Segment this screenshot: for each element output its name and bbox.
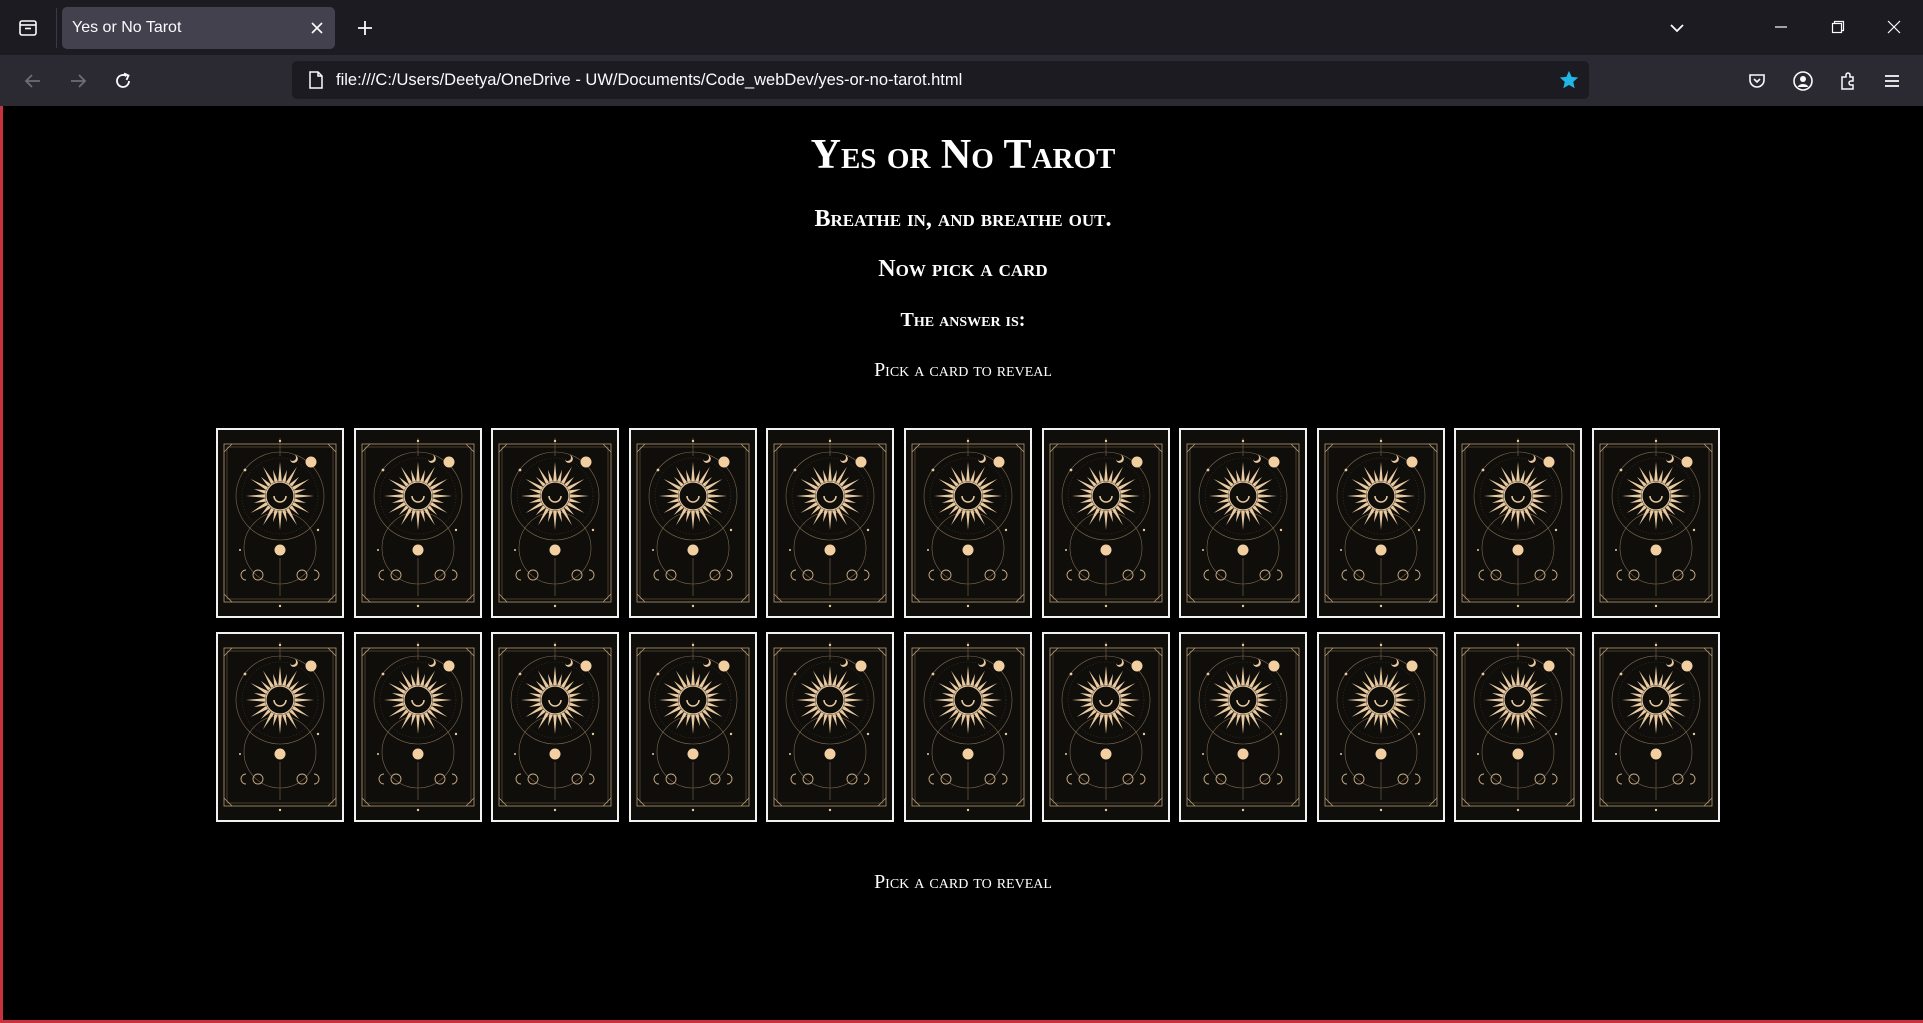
tarot-card[interactable] xyxy=(1592,632,1720,822)
restore-icon xyxy=(1831,20,1845,34)
tarot-card[interactable] xyxy=(491,428,619,618)
card-back-art xyxy=(1456,634,1580,820)
close-icon xyxy=(1887,20,1901,34)
address-bar[interactable]: file:///C:/Users/Deetya/OneDrive - UW/Do… xyxy=(292,61,1589,99)
card-back-art xyxy=(493,634,617,820)
card-back-art xyxy=(218,634,342,820)
tab-bar: Yes or No Tarot xyxy=(0,0,1923,55)
forward-button[interactable] xyxy=(62,65,94,97)
page-title: Yes or No Tarot xyxy=(810,132,1116,178)
close-icon xyxy=(311,22,323,34)
card-back-art xyxy=(631,430,755,616)
card-back-art xyxy=(493,430,617,616)
card-back-art xyxy=(631,634,755,820)
firefox-view-button[interactable] xyxy=(14,14,42,42)
hamburger-menu-icon xyxy=(1885,75,1899,87)
plus-icon xyxy=(358,21,372,35)
tarot-card[interactable] xyxy=(1454,632,1582,822)
chevron-down-icon xyxy=(1670,24,1684,33)
tarot-card[interactable] xyxy=(629,632,757,822)
breathe-instruction: Breathe in, and breathe out. xyxy=(814,206,1112,232)
pick-instruction: Now pick a card xyxy=(878,256,1048,282)
tarot-card[interactable] xyxy=(216,428,344,618)
card-back-art xyxy=(356,430,480,616)
card-back-art xyxy=(768,634,892,820)
card-back-art xyxy=(218,430,342,616)
reload-button[interactable] xyxy=(107,65,139,97)
tarot-card[interactable] xyxy=(766,428,894,618)
arrow-right-icon xyxy=(71,74,87,88)
answer-text: Pick a card to reveal xyxy=(874,359,1052,381)
window-close-button[interactable] xyxy=(1876,10,1912,44)
account-icon xyxy=(1793,71,1813,91)
tarot-card[interactable] xyxy=(1592,428,1720,618)
list-all-tabs-button[interactable] xyxy=(1662,13,1692,43)
card-back-art xyxy=(1456,430,1580,616)
tarot-card[interactable] xyxy=(766,632,894,822)
tarot-card[interactable] xyxy=(1317,632,1445,822)
restore-button[interactable] xyxy=(1820,10,1856,44)
minimize-icon xyxy=(1775,26,1787,28)
card-back-art xyxy=(906,430,1030,616)
navigation-bar: file:///C:/Users/Deetya/OneDrive - UW/Do… xyxy=(0,55,1923,106)
star-icon xyxy=(1559,70,1579,89)
new-tab-button[interactable] xyxy=(350,13,380,43)
pocket-button[interactable] xyxy=(1741,65,1773,97)
tarot-card[interactable] xyxy=(491,632,619,822)
tab-close-button[interactable] xyxy=(303,14,331,42)
card-back-art xyxy=(1044,430,1168,616)
tarot-card[interactable] xyxy=(216,632,344,822)
answer-label: The answer is: xyxy=(900,309,1026,331)
document-icon xyxy=(309,71,323,89)
arrow-left-icon xyxy=(24,74,40,88)
card-back-art xyxy=(1044,634,1168,820)
active-tab[interactable]: Yes or No Tarot xyxy=(62,7,335,49)
tarot-card[interactable] xyxy=(354,632,482,822)
card-back-art xyxy=(1319,634,1443,820)
tab-title: Yes or No Tarot xyxy=(72,19,182,36)
bookmark-star-button[interactable] xyxy=(1549,69,1589,91)
card-back-art xyxy=(1319,430,1443,616)
tarot-card[interactable] xyxy=(1179,632,1307,822)
card-back-art xyxy=(768,430,892,616)
tarot-card[interactable] xyxy=(904,428,1032,618)
reload-icon xyxy=(116,72,130,88)
tarot-card[interactable] xyxy=(629,428,757,618)
back-button[interactable] xyxy=(17,65,49,97)
minimize-button[interactable] xyxy=(1763,10,1799,44)
tarot-card[interactable] xyxy=(1317,428,1445,618)
card-back-art xyxy=(1594,634,1718,820)
menu-button[interactable] xyxy=(1876,65,1908,97)
page-icon[interactable] xyxy=(296,71,336,89)
card-back-art xyxy=(906,634,1030,820)
footer-reveal-text: Pick a card to reveal xyxy=(874,871,1052,893)
page-viewport: Yes or No Tarot Breathe in, and breathe … xyxy=(0,106,1923,1023)
tarot-card[interactable] xyxy=(1042,428,1170,618)
pocket-icon xyxy=(1749,74,1765,88)
tarot-card[interactable] xyxy=(904,632,1032,822)
card-back-art xyxy=(356,634,480,820)
card-back-art xyxy=(1181,634,1305,820)
tarot-card[interactable] xyxy=(354,428,482,618)
extensions-button[interactable] xyxy=(1832,65,1864,97)
tab-separator xyxy=(56,8,57,48)
tarot-card[interactable] xyxy=(1042,632,1170,822)
tarot-card[interactable] xyxy=(1179,428,1307,618)
puzzle-icon xyxy=(1841,72,1854,90)
card-back-art xyxy=(1181,430,1305,616)
account-button[interactable] xyxy=(1787,65,1819,97)
card-back-art xyxy=(1594,430,1718,616)
tarot-card[interactable] xyxy=(1454,428,1582,618)
url-text[interactable]: file:///C:/Users/Deetya/OneDrive - UW/Do… xyxy=(336,71,1549,90)
firefox-view-icon xyxy=(19,20,37,36)
